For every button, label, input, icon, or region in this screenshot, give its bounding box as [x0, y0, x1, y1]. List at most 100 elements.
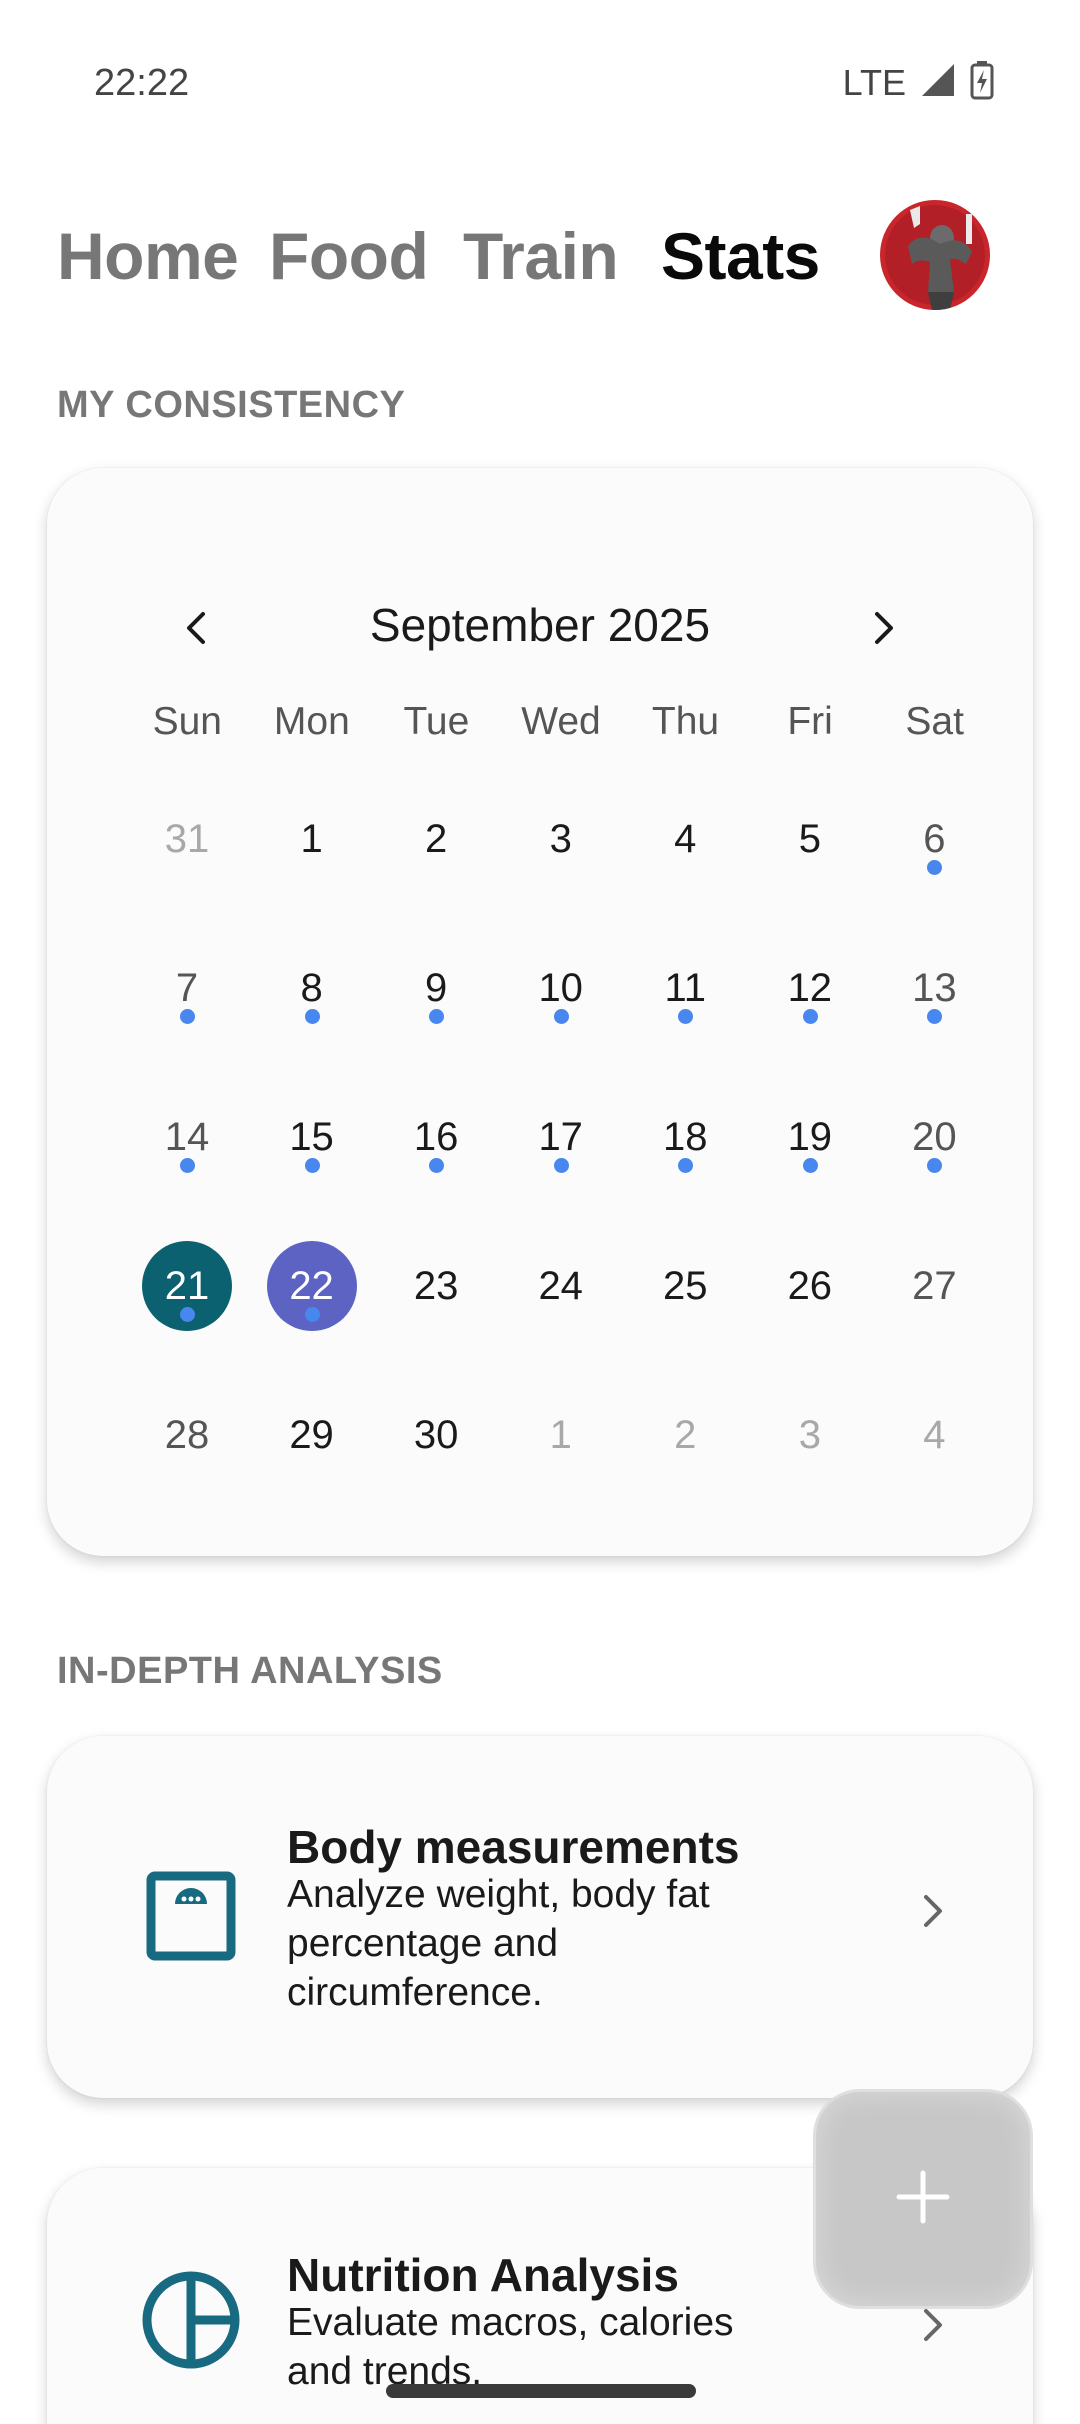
calendar-day[interactable]: 11: [623, 913, 748, 1062]
calendar-day[interactable]: 20: [872, 1062, 997, 1211]
calendar-day-number: 25: [663, 1263, 708, 1308]
home-indicator: [386, 2384, 696, 2398]
calendar-day[interactable]: 23: [374, 1211, 499, 1360]
calendar-week-row: 21 22 23 24 25 26 27: [125, 1211, 997, 1360]
plus-icon: [895, 2169, 951, 2230]
add-button[interactable]: [816, 2092, 1030, 2306]
chevron-right-icon: [907, 2300, 957, 2350]
calendar-day[interactable]: 14: [125, 1062, 250, 1211]
activity-dot: [553, 1158, 569, 1173]
calendar-day[interactable]: 2: [623, 1360, 748, 1509]
calendar-week-row: 7 8 9 10 11 12 13: [125, 913, 997, 1062]
weekday-label: Tue: [403, 700, 470, 743]
weekday-label: Sat: [905, 700, 964, 743]
weekday-label: Fri: [787, 700, 833, 743]
calendar-day[interactable]: 7: [125, 913, 250, 1062]
activity-dot: [180, 1009, 195, 1024]
calendar-day[interactable]: 8: [250, 913, 375, 1062]
calendar-day-number: 3: [798, 1412, 821, 1457]
card-title: Body measurements: [287, 1821, 740, 1873]
calendar-day[interactable]: 21: [125, 1211, 250, 1360]
calendar-day[interactable]: 3: [499, 764, 624, 913]
calendar-day-number: 1: [549, 1412, 572, 1457]
calendar-day[interactable]: 31: [125, 764, 250, 913]
calendar-day-number: 29: [289, 1412, 334, 1457]
calendar-header: September 2025: [47, 588, 1033, 668]
calendar-weeks: 31 1 2 3 4 5 6 7 8 9 10 11 12 13 14 15 16 17 18 19 20 21 22 23 2…: [125, 764, 997, 1509]
calendar-day-number: 28: [164, 1412, 210, 1457]
weekday-label: Sun: [152, 700, 222, 743]
card-title: Nutrition Analysis: [287, 2249, 679, 2301]
calendar-day-number: 4: [674, 816, 697, 861]
calendar-day[interactable]: 16: [374, 1062, 499, 1211]
tab-train[interactable]: Train: [463, 218, 619, 294]
section-label-consistency: MY CONSISTENCY: [57, 384, 406, 426]
calendar-week-row: 14 15 16 17 18 19 20: [125, 1062, 997, 1211]
calendar-day[interactable]: 1: [250, 764, 375, 913]
calendar-day[interactable]: 10: [499, 913, 624, 1062]
calendar-day[interactable]: 27: [872, 1211, 997, 1360]
calendar-day[interactable]: 22: [250, 1211, 375, 1360]
status-indicators: LTE: [843, 60, 994, 105]
pie-chart-icon: [137, 2266, 245, 2374]
calendar-day-number: 30: [413, 1412, 459, 1457]
weekday-header-row: Sun Mon Tue Wed Thu Fri Sat: [125, 700, 997, 764]
card-description: Evaluate macros, calories and trends.: [287, 2301, 734, 2393]
calendar-day-number: 5: [798, 816, 821, 861]
calendar-day[interactable]: 5: [748, 764, 873, 913]
tab-home[interactable]: Home: [57, 218, 239, 294]
activity-dot: [802, 1158, 818, 1173]
calendar-day[interactable]: 2: [374, 764, 499, 913]
activity-dot: [304, 1009, 320, 1024]
calendar-grid: Sun Mon Tue Wed Thu Fri Sat 31 1 2 3 4 5 6 7 8 9 10 11 12 1…: [125, 700, 997, 1509]
calendar-day[interactable]: 9: [374, 913, 499, 1062]
activity-dot: [802, 1009, 818, 1024]
calendar-card: September 2025 Sun Mon Tue Wed Thu Fri Sat 31 1…: [47, 468, 1033, 1556]
calendar-day[interactable]: 24: [499, 1211, 624, 1360]
calendar-day[interactable]: 1: [499, 1360, 624, 1509]
calendar-day[interactable]: 18: [623, 1062, 748, 1211]
calendar-day[interactable]: 17: [499, 1062, 624, 1211]
calendar-week-row: 31 1 2 3 4 5 6: [125, 764, 997, 913]
chevron-right-icon: [907, 1886, 957, 1936]
calendar-day-number: 23: [413, 1263, 459, 1308]
status-bar: 22:22 LTE: [0, 0, 1080, 176]
signal-icon: [920, 62, 956, 103]
calendar-day-number: 3: [549, 816, 572, 861]
calendar-day[interactable]: 15: [250, 1062, 375, 1211]
calendar-day-number: 1: [300, 816, 323, 861]
calendar-day-number: 2: [425, 816, 448, 861]
card-description: Analyze weight, body fat percentage and …: [287, 1873, 710, 2014]
battery-charging-icon: [970, 60, 994, 105]
calendar-day[interactable]: 13: [872, 913, 997, 1062]
calendar-day[interactable]: 28: [125, 1360, 250, 1509]
scale-icon: [137, 1862, 245, 1970]
calendar-day-number: 26: [787, 1263, 833, 1308]
calendar-day[interactable]: 30: [374, 1360, 499, 1509]
calendar-day[interactable]: 3: [748, 1360, 873, 1509]
calendar-day-number: 4: [923, 1412, 946, 1457]
weekday-label: Wed: [521, 700, 601, 743]
calendar-day[interactable]: 6: [872, 764, 997, 913]
calendar-day[interactable]: 4: [872, 1360, 997, 1509]
avatar[interactable]: [880, 200, 990, 310]
calendar-day[interactable]: 25: [623, 1211, 748, 1360]
calendar-week-row: 28 29 30 1 2 3 4: [125, 1360, 997, 1509]
calendar-day[interactable]: 29: [250, 1360, 375, 1509]
calendar-day-number: 24: [538, 1263, 583, 1308]
calendar-day[interactable]: 26: [748, 1211, 873, 1360]
tab-stats[interactable]: Stats: [661, 218, 820, 294]
calendar-day[interactable]: 4: [623, 764, 748, 913]
weekday-label: Thu: [651, 700, 720, 743]
calendar-day[interactable]: 19: [748, 1062, 873, 1211]
tab-food[interactable]: Food: [269, 218, 429, 294]
calendar-day-number: 2: [674, 1412, 697, 1457]
top-navigation: Home Food Train Stats: [57, 200, 1023, 310]
weekday-label: Mon: [273, 700, 350, 743]
chevron-right-icon[interactable]: [851, 596, 915, 660]
body-measurements-card[interactable]: Body measurements Analyze weight, body f…: [47, 1736, 1033, 2098]
calendar-day-number: 27: [912, 1263, 957, 1308]
calendar-day[interactable]: 12: [748, 913, 873, 1062]
activity-dot: [553, 1009, 569, 1024]
section-label-analysis: IN-DEPTH ANALYSIS: [57, 1650, 443, 1692]
